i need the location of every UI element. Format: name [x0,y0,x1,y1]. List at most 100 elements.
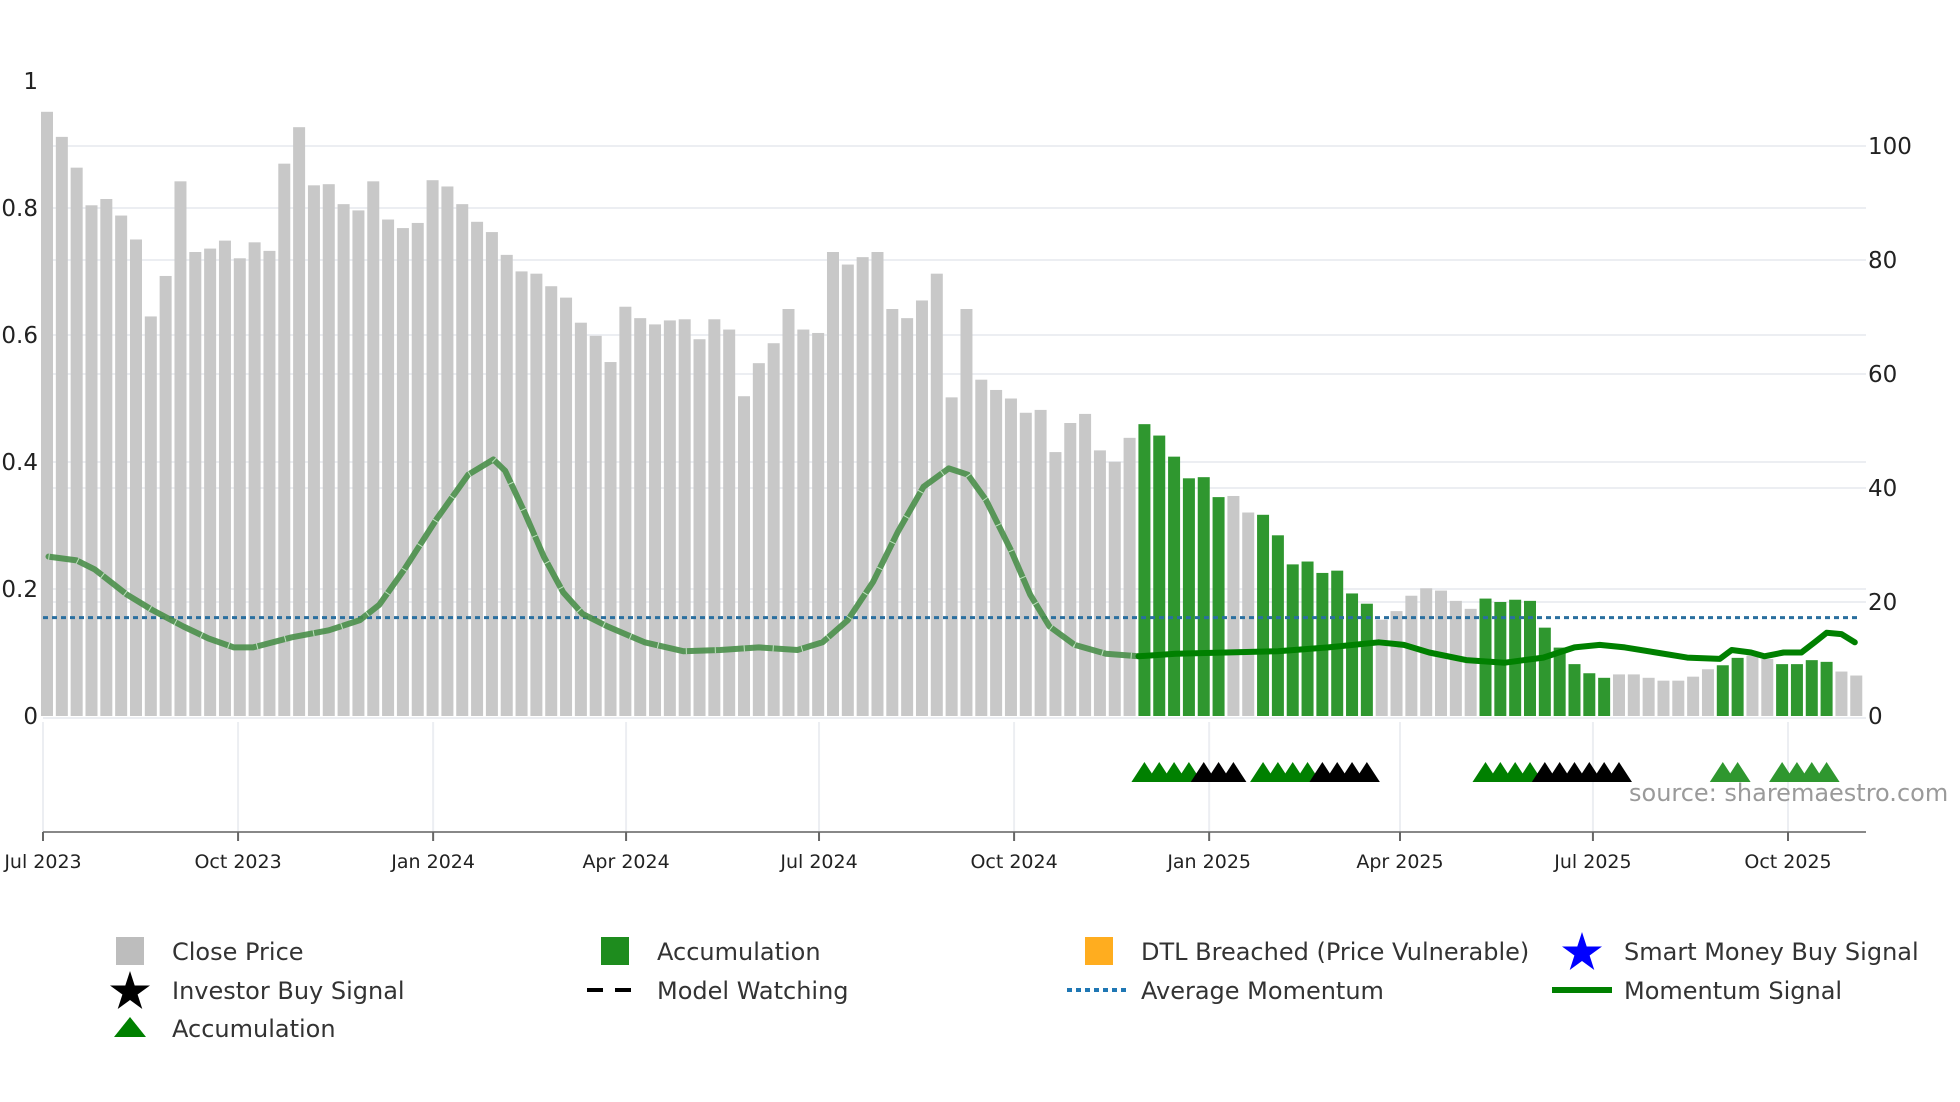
close-price-square-icon [116,937,144,965]
legend-label: Accumulation [657,938,821,966]
close-price-bar [411,222,424,716]
close-price-bar [782,309,795,716]
close-price-bar [1642,677,1655,716]
close-price-bar [55,136,68,716]
x-tick-label: Apr 2025 [1356,851,1443,873]
x-tick-label: Jul 2025 [1553,851,1631,873]
legend-label: Momentum Signal [1624,977,1842,1005]
close-price-bar [396,228,409,716]
close-price-bar [1850,675,1863,716]
close-price-bar [129,239,142,717]
right-tick-label: 0 [1868,704,1883,730]
close-price-bar [1019,412,1032,716]
close-price-bar [159,275,172,716]
x-tick-label: Apr 2024 [582,851,669,873]
accumulation-bar [1494,602,1507,716]
close-price-bar [426,180,439,716]
legend-label: Close Price [172,938,304,966]
close-price-bar [367,181,380,717]
close-price-bar [70,167,83,716]
close-price-bar [945,397,958,716]
close-price-bar [530,273,543,716]
close-price-bar [1405,595,1418,716]
x-tick-label: Jul 2024 [779,851,857,873]
close-price-bar [100,199,113,716]
close-price-bar [456,204,469,716]
legend: Close Price Accumulation DTL Breached (Pri… [110,932,1919,1043]
close-price-bar [485,232,498,716]
close-price-bar [441,186,454,717]
left-tick-label: 1 [23,69,38,95]
right-tick-label: 80 [1868,248,1897,274]
close-price-bar [278,163,291,717]
close-price-bar [604,362,617,716]
close-price-bar [144,316,157,716]
momentum-chart: 0 0.2 0.4 0.6 0.8 1 0 20 40 60 80 100 Jul 2023 Oct … [1,69,1948,1043]
accumulation-bar [1598,677,1611,716]
close-price-bar [975,379,988,716]
close-price-bar [738,396,751,716]
close-price-bar [1761,659,1774,716]
close-price-bar [797,329,810,716]
x-tick-label: Oct 2023 [194,851,281,873]
left-tick-label: 0.4 [1,450,38,476]
close-price-bar [204,248,217,716]
accumulation-triangle-icon [114,1017,146,1037]
close-price-bar [886,309,899,716]
close-price-bar [960,309,973,716]
close-price-bar [826,252,839,716]
close-price-bar [634,318,647,716]
accumulation-bar [1271,535,1284,716]
close-price-bar [1672,680,1685,716]
right-axis-ticks: 0 20 40 60 80 100 [1868,134,1912,730]
legend-label: DTL Breached (Price Vulnerable) [1141,938,1529,966]
smart-money-buy-signal-star-icon [1562,932,1602,970]
accumulation-bar [1360,603,1373,716]
close-price-bar [1034,409,1047,716]
left-tick-label: 0.2 [1,577,38,603]
close-price-bar [1687,676,1700,716]
close-price-bar [85,205,98,716]
close-price-bar [382,219,395,716]
x-tick-label: Jul 2023 [3,851,81,873]
accumulation-bar [1805,660,1818,716]
close-price-bar [871,252,884,716]
accumulation-bar [1316,572,1329,716]
accumulation-bar [1776,664,1789,716]
close-price-bar [930,273,943,716]
accumulation-bar [1568,664,1581,716]
close-price-bar [1701,669,1714,716]
accumulation-bar [1553,647,1566,716]
close-price-bar [1657,680,1670,716]
accumulation-bar [1286,564,1299,716]
close-price-bar [619,306,632,716]
left-tick-label: 0.6 [1,323,38,349]
dtl-breached-price-vulnerable-square-icon [1085,937,1113,965]
close-price-bar [708,319,721,716]
accumulation-bar [1716,665,1729,716]
accumulation-bar [1790,664,1803,716]
close-price-bar [915,300,928,716]
accumulation-bar [1538,627,1551,716]
accumulation-bar [1138,424,1151,716]
left-tick-label: 0.8 [1,196,38,222]
legend-label: Accumulation [172,1015,336,1043]
close-price-bar [174,181,187,717]
accumulation-bar [1583,673,1596,716]
close-price-bar [1746,655,1759,716]
accumulation-bar [1301,561,1314,716]
close-price-bar [352,210,365,716]
close-price-bar [1627,674,1640,716]
accumulation-square-icon [601,937,629,965]
close-price-bar [723,329,736,716]
x-axis-ticks: Jul 2023 Oct 2023 Jan 2024 Apr 2024 Jul 2024… [3,832,1832,873]
close-price-bar [589,335,602,716]
x-tick-label: Oct 2024 [970,851,1057,873]
close-price-bar [322,184,335,716]
close-price-bar [115,215,128,717]
close-price-bar [693,339,706,716]
close-price-bar [337,204,350,716]
legend-label: Investor Buy Signal [172,977,405,1005]
x-tick-label: Oct 2025 [1744,851,1831,873]
close-price-bar [1390,611,1403,716]
